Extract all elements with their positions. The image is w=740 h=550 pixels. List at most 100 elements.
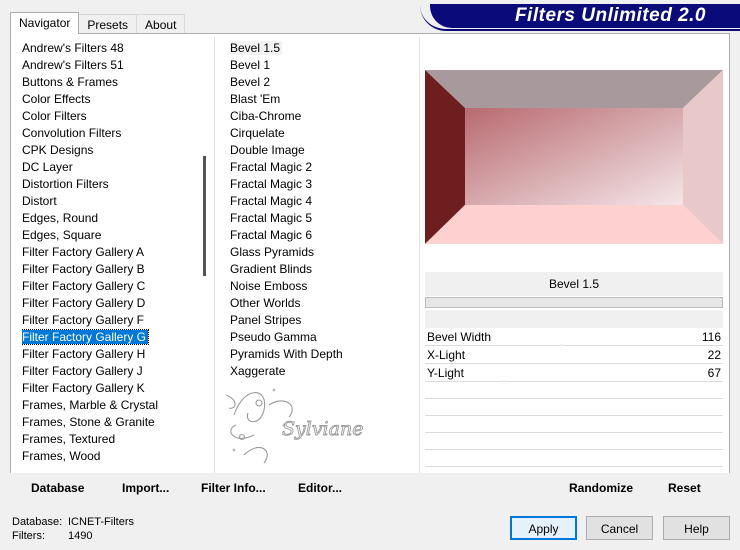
- category-list-item[interactable]: Frames, Wood: [22, 448, 198, 465]
- param-empty-row: [425, 416, 723, 433]
- editor-button[interactable]: Editor...: [298, 481, 342, 495]
- category-list-item[interactable]: Convolution Filters: [22, 125, 198, 142]
- param-y-light-slider[interactable]: Y-Light 67: [425, 364, 723, 385]
- filter-list-item-label: Bevel 1: [230, 58, 271, 72]
- filter-list-item[interactable]: Other Worlds: [230, 295, 416, 312]
- category-list-item-label: Filter Factory Gallery B: [22, 262, 145, 276]
- category-list-item-label: CPK Designs: [22, 143, 94, 157]
- filter-list-item[interactable]: Ciba-Chrome: [230, 108, 416, 125]
- filter-list-item[interactable]: Gradient Blinds: [230, 261, 416, 278]
- param-bevel-width-slider[interactable]: Bevel Width 116: [425, 328, 723, 349]
- category-list-item-label: Frames, Wood: [22, 449, 101, 463]
- category-list-item[interactable]: DC Layer: [22, 159, 198, 176]
- category-list-item[interactable]: Filter Factory Gallery G: [22, 329, 198, 346]
- filter-list-item-label: Fractal Magic 6: [230, 228, 313, 242]
- param-empty-row: [425, 382, 723, 399]
- category-list-item-label: Frames, Stone & Granite: [22, 415, 155, 429]
- filter-list-item[interactable]: Panel Stripes: [230, 312, 416, 329]
- filter-list-item[interactable]: Pseudo Gamma: [230, 329, 416, 346]
- category-list-item[interactable]: Andrew's Filters 48: [22, 40, 198, 57]
- database-button[interactable]: Database: [31, 481, 84, 495]
- filter-list-item[interactable]: Fractal Magic 2: [230, 159, 416, 176]
- watermark-text: Sylviane: [282, 418, 363, 440]
- category-list-item[interactable]: Filter Factory Gallery A: [22, 244, 198, 261]
- database-value: ICNET-Filters: [68, 516, 134, 528]
- filter-list-item[interactable]: Bevel 1.5: [230, 40, 416, 57]
- category-list-item-label: Filter Factory Gallery K: [22, 381, 145, 395]
- filter-list-item[interactable]: Fractal Magic 4: [230, 193, 416, 210]
- tab-about[interactable]: About: [136, 14, 186, 34]
- help-button[interactable]: Help: [663, 516, 730, 540]
- category-list-item-label: Frames, Textured: [22, 432, 116, 446]
- filter-list-item-label: Glass Pyramids: [230, 245, 315, 259]
- category-list-item[interactable]: Andrew's Filters 51: [22, 57, 198, 74]
- tab-navigator[interactable]: Navigator: [10, 12, 80, 34]
- filter-list-item-label: Noise Emboss: [230, 279, 308, 293]
- category-scrollbar[interactable]: [197, 40, 211, 470]
- category-list-item[interactable]: Distortion Filters: [22, 176, 198, 193]
- category-list-item[interactable]: CPK Designs: [22, 142, 198, 159]
- param-label: X-Light: [427, 348, 466, 362]
- category-list-item[interactable]: Frames, Stone & Granite: [22, 414, 198, 431]
- category-list-item[interactable]: Filter Factory Gallery F: [22, 312, 198, 329]
- category-list-item[interactable]: Filter Factory Gallery C: [22, 278, 198, 295]
- filter-list-item[interactable]: Fractal Magic 6: [230, 227, 416, 244]
- filter-list-item[interactable]: Cirquelate: [230, 125, 416, 142]
- category-list-item-label: Frames, Marble & Crystal: [22, 398, 159, 412]
- randomize-button[interactable]: Randomize: [569, 481, 633, 495]
- filters-count-value: 1490: [68, 530, 93, 542]
- apply-button[interactable]: Apply: [510, 516, 577, 540]
- category-list-item[interactable]: Filter Factory Gallery B: [22, 261, 198, 278]
- filter-list-item-label: Blast 'Em: [230, 92, 281, 106]
- filter-list-item[interactable]: Bevel 2: [230, 74, 416, 91]
- param-empty-row: [425, 450, 723, 467]
- category-list-item[interactable]: Buttons & Frames: [22, 74, 198, 91]
- category-scrollbar-thumb[interactable]: [203, 156, 206, 276]
- import-button[interactable]: Import...: [122, 481, 169, 495]
- param-value: 116: [701, 330, 721, 344]
- filter-list-item[interactable]: Blast 'Em: [230, 91, 416, 108]
- param-label: Y-Light: [427, 366, 464, 380]
- category-list-item-label: Filter Factory Gallery J: [22, 364, 143, 378]
- filter-list-item[interactable]: Fractal Magic 3: [230, 176, 416, 193]
- filter-list-item[interactable]: Double Image: [230, 142, 416, 159]
- category-list[interactable]: Andrew's Filters 48 Andrew's Filters 51 Bu…: [22, 40, 198, 470]
- title-banner: Filters Unlimited 2.0: [430, 4, 740, 28]
- cancel-button[interactable]: Cancel: [586, 516, 653, 540]
- watermark-logo: Sylviane: [225, 388, 364, 464]
- filter-list-item[interactable]: Fractal Magic 5: [230, 210, 416, 227]
- category-list-item[interactable]: Edges, Square: [22, 227, 198, 244]
- category-list-item[interactable]: Filter Factory Gallery H: [22, 346, 198, 363]
- reset-button[interactable]: Reset: [668, 481, 701, 495]
- filter-list-item-label: Gradient Blinds: [230, 262, 313, 276]
- filter-info-button[interactable]: Filter Info...: [201, 481, 266, 495]
- filter-list-item[interactable]: Glass Pyramids: [230, 244, 416, 261]
- category-list-item[interactable]: Edges, Round: [22, 210, 198, 227]
- category-list-item[interactable]: Color Effects: [22, 91, 198, 108]
- category-list-item-label: Filter Factory Gallery C: [22, 279, 146, 293]
- filter-list-item[interactable]: Noise Emboss: [230, 278, 416, 295]
- category-list-item[interactable]: Frames, Textured: [22, 431, 198, 448]
- filter-list-item[interactable]: Pyramids With Depth: [230, 346, 416, 363]
- filter-list-item[interactable]: Bevel 1: [230, 57, 416, 74]
- category-list-item-label: Filter Factory Gallery F: [22, 313, 145, 327]
- filter-list-item-label: Bevel 1.5: [230, 41, 283, 55]
- category-list-item[interactable]: Filter Factory Gallery J: [22, 363, 198, 380]
- category-list-item-label: Buttons & Frames: [22, 75, 119, 89]
- category-list-item-label: Andrew's Filters 51: [22, 58, 124, 72]
- category-list-item-label: Color Filters: [22, 109, 87, 123]
- category-list-item[interactable]: Frames, Marble & Crystal: [22, 397, 198, 414]
- category-list-item[interactable]: Distort: [22, 193, 198, 210]
- filter-list-item-label: Pseudo Gamma: [230, 330, 317, 344]
- param-value: 22: [707, 348, 721, 362]
- filter-list-item-label: Pyramids With Depth: [230, 347, 343, 361]
- filter-list-item-label: Panel Stripes: [230, 313, 302, 327]
- category-list-item[interactable]: Color Filters: [22, 108, 198, 125]
- database-label: Database:: [12, 516, 63, 528]
- filter-list-item-label: Fractal Magic 5: [230, 211, 313, 225]
- tab-presets[interactable]: Presets: [78, 14, 138, 34]
- category-list-item[interactable]: Filter Factory Gallery D: [22, 295, 198, 312]
- category-list-item-label: Filter Factory Gallery D: [22, 296, 146, 310]
- param-x-light-slider[interactable]: X-Light 22: [425, 346, 723, 364]
- category-list-item[interactable]: Filter Factory Gallery K: [22, 380, 198, 397]
